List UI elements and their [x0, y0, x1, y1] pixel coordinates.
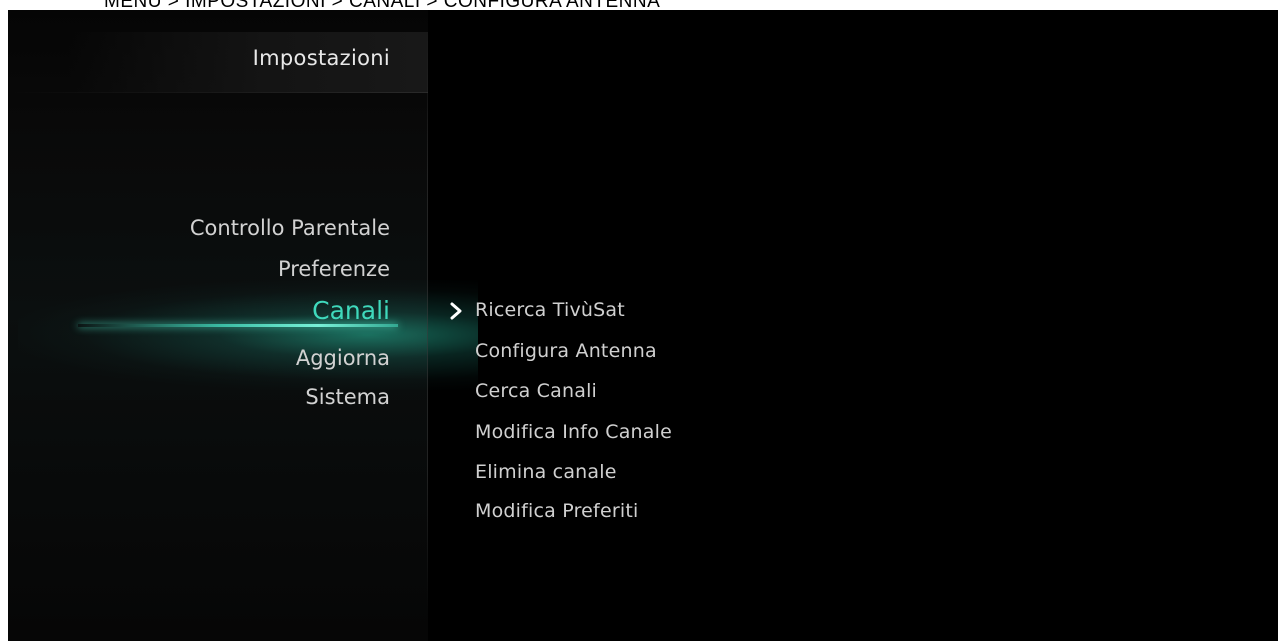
page-title: Impostazioni	[252, 46, 390, 70]
menu-item-label: Elimina canale	[475, 461, 617, 483]
menu-item-label: Ricerca TivùSat	[475, 299, 625, 321]
sidebar-item-aggiorna[interactable]: Aggiorna	[296, 346, 390, 370]
divider	[8, 92, 428, 93]
menu-item-label: Cerca Canali	[475, 380, 598, 402]
settings-sidebar	[8, 10, 478, 641]
tv-screen: Impostazioni Controllo Parentale Prefere…	[8, 10, 1278, 641]
selection-glow	[18, 280, 478, 390]
menu-item-label: Configura Antenna	[475, 340, 657, 362]
sidebar-item-sistema[interactable]: Sistema	[305, 385, 390, 409]
sidebar-item-canali[interactable]: Canali	[312, 296, 390, 325]
sidebar-item-preferenze[interactable]: Preferenze	[278, 257, 390, 281]
menu-item-label: Modifica Preferiti	[475, 500, 639, 522]
panel-divider	[427, 30, 428, 610]
menu-item-label: Modifica Info Canale	[475, 421, 673, 443]
chevron-right-icon	[450, 302, 462, 320]
sidebar-item-controllo-parentale[interactable]: Controllo Parentale	[190, 216, 390, 240]
